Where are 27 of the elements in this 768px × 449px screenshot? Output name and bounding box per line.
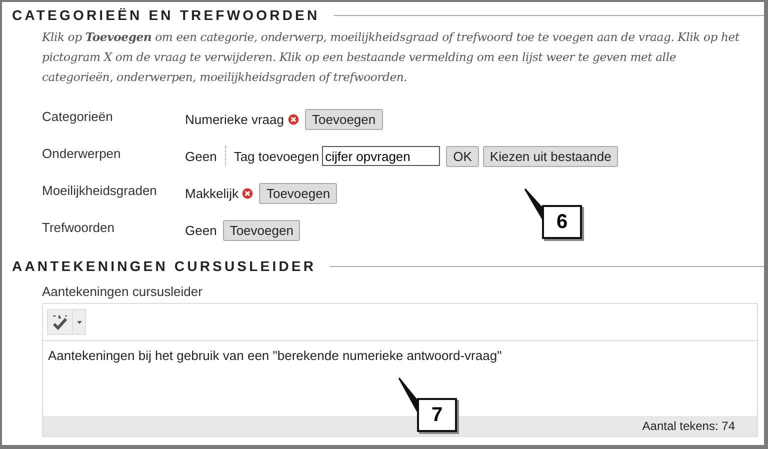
row-label: Categorieën	[42, 108, 114, 124]
character-count: Aantal tekens: 74	[642, 419, 735, 433]
instructions-text: Klik op Toevoegen om een categorie, onderwerp, moeilijkheidsgraad of trefwoord toe te voegen aan de vraag. Klik op het pictogram X om de vraag te verwijderen. Klik op een bestaande vermelding om een lijst weer te geven met alle categorieën, onderwerpen, moeilijkheidsgraden of trefwoorden.	[42, 29, 740, 86]
add-button[interactable]: Toevoegen	[305, 108, 383, 130]
section-heading: AANTEKENINGEN CURSUSLEIDER	[12, 258, 316, 274]
field-label: Aantekeningen cursusleider	[42, 284, 204, 299]
add-button[interactable]: Toevoegen	[259, 182, 338, 204]
row-label: Onderwerpen	[42, 146, 122, 160]
tag-text: Numerieke vraag	[185, 112, 284, 126]
row-label: Moeilijkheidsgraden	[42, 182, 158, 198]
tag-input-label: Tag toevoegen	[234, 148, 320, 164]
tag-text: Geen	[185, 222, 217, 238]
spellcheck-button[interactable]	[47, 309, 86, 335]
add-button[interactable]: Toevoegen	[222, 220, 300, 240]
section-heading: CATEGORIEËN EN TREFWOORDEN	[12, 7, 320, 23]
remove-icon[interactable]	[288, 114, 299, 124]
tag-text: Makkelijk	[185, 186, 238, 200]
caret-icon	[72, 310, 85, 334]
remove-icon[interactable]	[242, 188, 254, 198]
choose-existing-button[interactable]: Kiezen uit bestaande	[482, 146, 618, 166]
tag-text: Geen	[185, 148, 217, 164]
ok-button[interactable]: OK	[446, 146, 479, 166]
callout-number: 6	[542, 205, 582, 239]
callout-number: 7	[417, 398, 457, 432]
tag-input-field[interactable]: cijfer opvragen	[322, 146, 440, 166]
row-label: Trefwoorden	[42, 220, 116, 234]
editor-text: Aantekeningen bij het gebruik van een "berekende numerieke antwoord-vraag"	[48, 348, 502, 363]
